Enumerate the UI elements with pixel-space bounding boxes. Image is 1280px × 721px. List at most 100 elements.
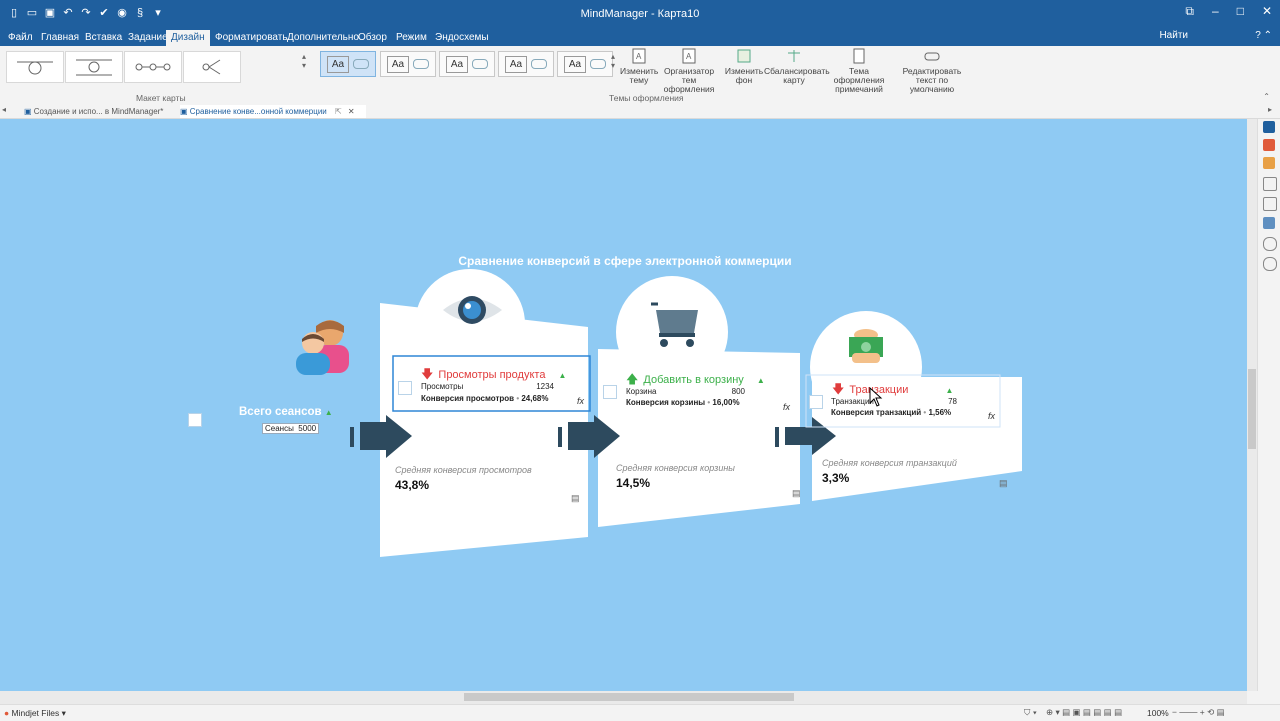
stage-views-row1: Просмотры 1234 [421,382,554,391]
organizer-icon: A [681,48,697,64]
help-icon[interactable]: ? ⌃ [1255,30,1272,41]
notes-icon [851,48,867,64]
horizontal-scroll-thumb[interactable] [464,693,794,701]
stage-cart-avg-label: Средняя конверсия корзины [616,463,735,473]
formula-icon[interactable]: fx [577,396,584,406]
formula-icon[interactable]: fx [783,402,790,412]
layout-tree-icon [76,59,112,76]
change-theme-button[interactable]: A Изменить тему [620,48,658,85]
theme-option-3[interactable]: Aa [439,51,495,77]
tab-format[interactable]: Форматировать [210,30,293,46]
stage-cart-note-icon[interactable] [603,385,617,399]
close-tab-icon[interactable]: ✕ [348,107,355,116]
tabs-menu-icon[interactable]: ▸ [1268,105,1272,114]
theme-icon: A [631,48,647,64]
theme-scroll-icon[interactable]: ▴ ▾ [611,52,615,70]
arrow-down-icon: 🡇 [832,382,845,396]
note-icon[interactable]: ▤ [792,488,801,499]
theme-sample-text: Aa [564,56,586,73]
pane-map-index-icon[interactable] [1263,121,1275,133]
notes-theme-button[interactable]: Тема оформления примечаний [826,48,892,94]
arrow-down-icon: 🡇 [421,367,434,381]
stage-cart-row2: Конверсия корзины • 16,00% [626,398,740,407]
doc-tab-1-label: Создание и испо... в MindManager* [33,107,164,116]
tab-home[interactable]: Главная [36,30,84,46]
stage-views-title: Просмотры продукта [438,369,546,381]
doc-tab-1[interactable]: ▣ Создание и испо... в MindManager* [24,105,174,118]
collapse-triangle-icon[interactable]: ▲ [757,376,765,385]
central-topic-note-icon[interactable] [188,413,202,427]
doc-tab-2[interactable]: ▣ Сравнение конве...онной коммерции ⇱ ✕ [180,105,366,118]
zoom-level[interactable]: 100% [1147,708,1169,718]
stage-transactions-avg-label: Средняя конверсия транзакций [822,458,957,468]
layout-scroll-icon[interactable]: ▴ ▾ [302,52,306,70]
layout-tree-button[interactable] [65,51,123,83]
theme-option-1[interactable]: Aa [320,51,376,77]
tab-insert[interactable]: Вставка [80,30,127,46]
pin-icon[interactable]: ⇱ [335,107,342,116]
theme-option-5[interactable]: Aa [557,51,613,77]
tab-review[interactable]: Обзор [353,30,392,46]
layout-radial-button[interactable] [6,51,64,83]
collapse-triangle-icon[interactable]: ▲ [325,408,333,417]
central-topic-label: Всего сеансов [239,406,322,418]
status-tools-icons[interactable]: ⊕ ▾ ▤ ▣ ▤ ▤ ▤ ▤ [1046,707,1122,718]
ribbon-tab-bar: Файл Главная Вставка Задание Дизайн Форм… [0,28,1280,46]
formula-icon[interactable]: fx [988,411,995,421]
map-title[interactable]: Сравнение конверсий в сфере электронной … [0,254,1247,268]
balance-map-button[interactable]: Сбалансировать карту [764,48,830,85]
stage-views-note-icon[interactable] [398,381,412,395]
pane-share-icon[interactable] [1263,197,1277,211]
find-button[interactable]: Найти [1159,30,1188,41]
change-background-button[interactable]: Изменить фон [724,48,764,85]
maximize-button[interactable]: □ [1237,4,1244,19]
vertical-scroll-thumb[interactable] [1248,369,1256,449]
stage-views-avg-label: Средняя конверсия просмотров [395,465,532,475]
collapse-ribbon-icon[interactable]: ⌃ [1263,92,1270,101]
note-icon[interactable]: ▤ [999,478,1008,489]
tab-advanced[interactable]: Дополнительно [282,30,364,46]
pane-library-icon[interactable] [1263,139,1275,151]
stage-transactions-note-icon[interactable] [809,395,823,409]
layout-org-button[interactable] [183,51,241,83]
pane-search-icon[interactable] [1263,237,1277,251]
map-canvas[interactable]: Сравнение конверсий в сфере электронной … [0,119,1247,691]
zoom-controls[interactable]: − ─── + ⟲ ▤ [1172,707,1225,718]
theme-option-2[interactable]: Aa [380,51,436,77]
central-sessions-field[interactable]: Сеансы 5000 [262,423,320,434]
vertical-scrollbar[interactable] [1247,119,1257,691]
pane-markers-icon[interactable] [1263,217,1275,229]
theme-sample-text: Aa [387,56,409,73]
mindjet-icon: ● [4,708,10,718]
mindjet-files-button[interactable]: ● Mindjet Files ▾ [4,708,66,719]
theme-organizer-button[interactable]: A Организатор тем оформления [658,48,720,94]
note-icon[interactable]: ▤ [571,493,580,504]
pane-browser-icon[interactable] [1263,257,1277,271]
layout-radial-icon [17,61,53,75]
tab-file[interactable]: Файл [3,30,38,46]
filter-icon[interactable]: ⛉ ▾ [1024,707,1037,718]
tab-endoschemes[interactable]: Эндосхемы [430,30,494,46]
theme-sample-text: Aa [505,56,527,73]
ribbon-display-icon[interactable]: ⧉ [1185,4,1194,19]
title-bar: ▯ ▭ ▣ ↶ ↷ ✔ ◉ § ▾ MindManager - Карта10 … [0,0,1280,28]
pane-task-info-icon[interactable] [1263,157,1275,169]
close-button[interactable]: ✕ [1262,4,1272,19]
collapse-triangle-icon[interactable]: ▲ [559,371,567,380]
document-icon: ▣ [24,107,34,116]
pane-resources-icon[interactable] [1263,177,1277,191]
tab-design[interactable]: Дизайн [166,30,210,46]
central-topic[interactable]: Всего сеансов ▲ [239,406,333,418]
edit-default-text-button[interactable]: Редактировать текст по умолчанию [896,48,968,94]
theme-option-4[interactable]: Aa [498,51,554,77]
stage-cart-row1: Корзина 800 [626,387,745,396]
ribbon: ▴ ▾ Макет карты Aa Aa Aa Aa Aa ▴ ▾ A Измен… [0,46,1280,105]
minimize-button[interactable]: – [1212,4,1219,19]
layout-flow-button[interactable] [124,51,182,83]
collapse-triangle-icon[interactable]: ▲ [945,386,953,395]
tab-mode[interactable]: Режим [391,30,432,46]
stage-cart-avg-value: 14,5% [616,476,651,490]
tabs-scroll-icon[interactable]: ◂ [2,105,6,114]
document-icon: ▣ [180,107,190,116]
stage-views-avg-value: 43,8% [395,478,430,492]
